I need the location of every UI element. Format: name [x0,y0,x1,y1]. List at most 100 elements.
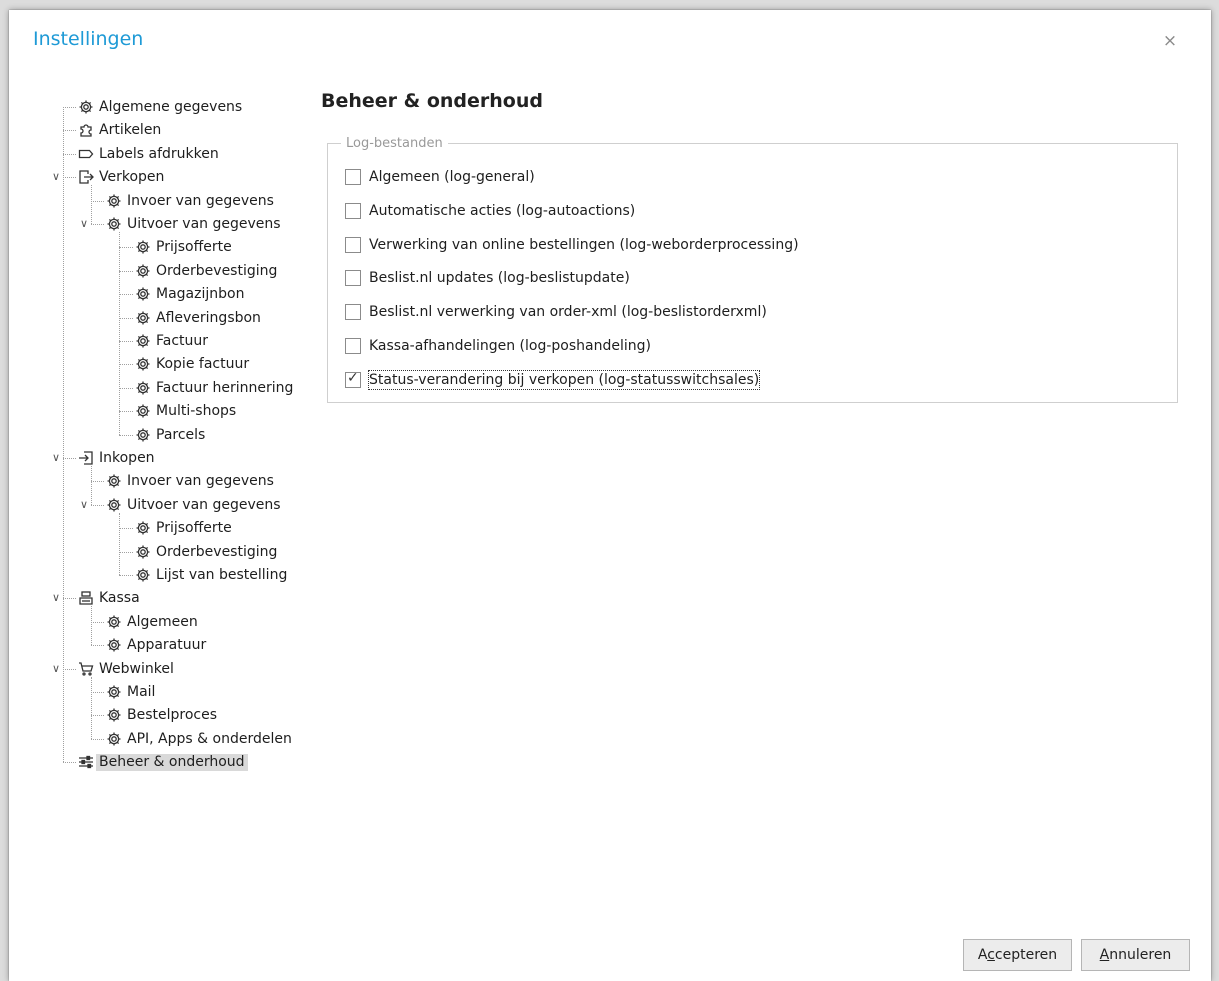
chevron-down-icon[interactable]: ∨ [78,497,90,513]
accept-label-pre: A [977,947,988,963]
checkbox-label[interactable]: Beslist.nl verwerking van order-xml (log… [369,303,767,321]
tree-item-label: Afleveringsbon [156,309,261,326]
checkbox[interactable] [345,270,361,287]
chevron-down-icon[interactable]: ∨ [50,169,62,185]
gear-icon [135,310,151,326]
gear-icon [78,99,94,115]
tree-item-label: Apparatuur [127,637,207,654]
chevron-down-icon[interactable]: ∨ [50,590,62,606]
tree-item-label: Factuur herinnering [156,379,294,396]
checkbox[interactable] [345,338,361,354]
accept-button[interactable]: Accepteren [963,939,1072,971]
checkmark-icon: ✓ [347,369,359,386]
tree-item-label: Factuur [156,333,209,349]
gear-icon [135,356,151,372]
tree-item-label: Prijsofferte [156,520,232,537]
tree-item-label: Magazijnbon [156,286,245,303]
tree-connector [91,738,104,740]
checkbox-label[interactable]: Beslist.nl updates (log-beslistupdate) [369,269,630,287]
tree-connector [91,621,104,623]
tree-connector [119,411,133,413]
tree-connector [119,270,133,272]
tree-trunk [119,232,120,435]
tree-connector [63,177,76,179]
export-icon [78,169,94,185]
tree-item-label: Multi-shops [156,403,237,420]
tree-item-label: Prijsofferte [156,239,232,256]
gear-icon [135,333,151,349]
gear-icon [106,216,122,232]
tree-connector [63,130,76,132]
cart-icon [78,661,94,677]
tree-connector [119,294,133,296]
label-icon [78,146,94,162]
accept-mnemonic: c [987,947,995,963]
tree-item-label: Uitvoer van gegevens [127,496,281,513]
tree-item-label: Verkopen [99,169,165,186]
tree-connector [119,247,133,249]
tree-connector [91,481,104,483]
tree-item-label: Artikelen [99,122,162,139]
tree-connector [91,224,104,225]
tree-item-label: Labels afdrukken [99,145,219,162]
chevron-down-icon[interactable]: ∨ [50,450,62,466]
tree-connector [91,504,104,506]
gear-icon [135,380,151,396]
tree-connector [91,200,104,202]
checkbox[interactable] [345,202,361,219]
chevron-down-icon[interactable]: ∨ [50,661,62,677]
checkbox-label[interactable]: Algemeen (log-general) [369,168,535,186]
sliders-icon [78,754,94,770]
import-icon [78,450,94,466]
gear-icon [106,193,122,209]
tree-connector [119,434,133,436]
checkbox-label[interactable]: Verwerking van online bestellingen (log-… [369,236,799,254]
cancel-label-post: nnuleren [1109,947,1172,963]
tree-connector [91,645,104,647]
tree-item-label: Orderbevestiging [156,543,278,560]
checkbox[interactable] [345,304,361,321]
tree-connector [91,692,104,693]
tree-connector [91,715,104,717]
gear-icon [106,707,122,723]
tree-connector [63,668,76,670]
tree-connector [63,762,76,764]
tree-trunk [91,676,92,739]
checkbox-label[interactable]: Automatische acties (log-autoactions) [369,202,635,220]
gear-icon [106,684,122,700]
tree-connector [119,341,133,342]
tree-item-label: Kassa [99,590,140,607]
accept-label-post: cepteren [994,947,1058,963]
gear-icon [106,614,122,630]
gear-icon [135,544,151,560]
section-title: Beheer & onderhoud [321,90,543,112]
tree-connector [63,598,76,600]
tree-connector [119,528,133,530]
tree-item-label: Algemene gegevens [99,99,243,115]
puzzle-icon [78,122,94,138]
gear-icon [106,731,122,747]
tree-item-label: API, Apps & onderdelen [127,730,292,747]
tree-trunk [91,185,92,224]
cancel-button[interactable]: Annuleren [1081,939,1190,971]
tree-item-label: Webwinkel [99,660,174,677]
tree-connector [119,317,133,319]
dialog-title: Instellingen [33,28,144,50]
tree-trunk [91,606,92,646]
gear-icon [135,567,151,583]
tree-connector [119,575,133,576]
tree-item-label: Parcels [156,426,206,443]
gear-icon [135,286,151,302]
tree-trunk [91,466,92,505]
checkbox[interactable]: ✓ [345,369,361,388]
checkbox-label[interactable]: Kassa-afhandelingen (log-poshandeling) [369,337,651,355]
tree-connector [119,387,133,389]
gear-icon [106,473,122,489]
checkbox-label[interactable]: Status-verandering bij verkopen (log-sta… [367,369,761,390]
tree-item-label: Invoer van gegevens [127,473,274,490]
checkbox[interactable] [345,169,361,185]
close-icon[interactable]: × [1159,30,1181,52]
checkbox[interactable] [345,236,361,253]
chevron-down-icon[interactable]: ∨ [78,216,90,232]
tree-item-label: Mail [127,684,156,700]
